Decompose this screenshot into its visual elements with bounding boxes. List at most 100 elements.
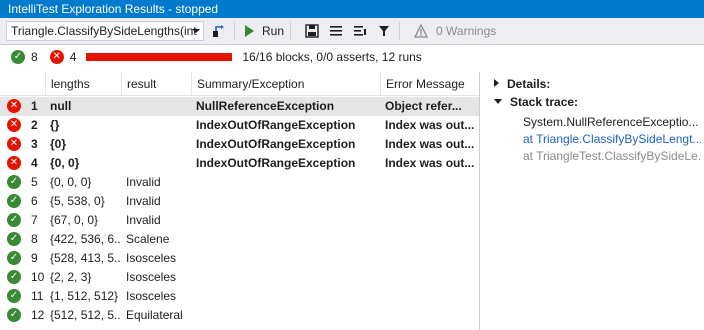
cell-error: Object refer... <box>385 99 462 113</box>
cell-error <box>385 268 477 287</box>
stack-trace-line-external: at TriangleTest.ClassifyBySideLe... <box>523 149 701 163</box>
list-icon[interactable] <box>327 22 345 40</box>
toolbar-separator <box>290 22 292 40</box>
cell-error <box>385 306 477 325</box>
run-label: Run <box>262 24 285 38</box>
table-row[interactable]: ✓ 10 {2, 2, 3} Isosceles <box>0 268 479 287</box>
row-number: 4 <box>31 156 38 170</box>
results-grid: lengths result Summary/Exception Error M… <box>0 72 480 330</box>
passed-check-icon: ✓ <box>7 213 21 227</box>
table-row[interactable]: ✕ 3 {0} IndexOutOfRangeException Index was o… <box>0 135 479 154</box>
row-number: 9 <box>31 251 38 265</box>
cell-lengths: {0, 0} <box>50 156 80 170</box>
filter-icon[interactable] <box>375 22 393 40</box>
grid-header: lengths result Summary/Exception Error M… <box>0 72 479 96</box>
row-number: 5 <box>31 175 38 189</box>
cell-lengths: {422, 536, 6... <box>50 232 120 246</box>
column-header-error[interactable]: Error Message <box>380 72 479 96</box>
cell-error <box>385 211 477 230</box>
chevron-right-icon <box>494 79 499 87</box>
table-row[interactable]: ✕ 1 null NullReferenceException Object refer… <box>0 97 479 116</box>
passed-check-icon: ✓ <box>7 232 21 246</box>
export-icon[interactable] <box>351 22 369 40</box>
cell-summary: NullReferenceException <box>196 99 335 113</box>
cell-summary <box>196 230 379 249</box>
table-row[interactable]: ✓ 12 {512, 512, 5... Equilateral <box>0 306 479 325</box>
table-row[interactable]: ✓ 11 {1, 512, 512} Isosceles <box>0 287 479 306</box>
chevron-down-icon <box>494 99 502 104</box>
table-row[interactable]: ✕ 2 {} IndexOutOfRangeException Index was ou… <box>0 116 479 135</box>
method-dropdown-value: Triangle.ClassifyBySideLengths(int <box>11 24 197 38</box>
column-header-summary[interactable]: Summary/Exception <box>191 72 380 96</box>
cell-lengths: {1, 512, 512} <box>50 289 119 303</box>
table-row[interactable]: ✓ 6 {5, 538, 0} Invalid <box>0 192 479 211</box>
cell-lengths: {} <box>50 118 60 132</box>
cell-result <box>126 154 190 173</box>
summary-bar: ✓ 8 ✕ 4 16/16 blocks, 0/0 asserts, 12 ru… <box>0 45 704 69</box>
cell-summary: IndexOutOfRangeException <box>196 118 356 132</box>
row-number: 7 <box>31 213 38 227</box>
passed-count: 8 <box>31 50 38 64</box>
cell-lengths: {512, 512, 5... <box>50 308 120 322</box>
cell-summary <box>196 306 379 325</box>
stack-trace-label: Stack trace: <box>510 95 579 109</box>
passed-check-icon: ✓ <box>7 175 21 189</box>
passed-check-icon: ✓ <box>11 50 25 64</box>
table-row[interactable]: ✓ 7 {67, 0, 0} Invalid <box>0 211 479 230</box>
cell-result: Scalene <box>126 232 170 246</box>
cell-summary <box>196 268 379 287</box>
table-row[interactable]: ✕ 4 {0, 0} IndexOutOfRangeException Index wa… <box>0 154 479 173</box>
cell-error <box>385 287 477 306</box>
cell-result: Isosceles <box>126 289 177 303</box>
table-row[interactable]: ✓ 8 {422, 536, 6... Scalene <box>0 230 479 249</box>
cell-result: Invalid <box>126 175 161 189</box>
passed-check-icon: ✓ <box>7 194 21 208</box>
cell-error <box>385 249 477 268</box>
details-label: Details: <box>507 77 551 91</box>
cell-summary: IndexOutOfRangeException <box>196 156 356 170</box>
warning-icon[interactable] <box>412 22 430 40</box>
row-number: 3 <box>31 137 38 151</box>
run-button[interactable]: Run <box>245 24 284 38</box>
run-icon <box>245 25 254 37</box>
stack-trace-expander[interactable]: Stack trace: <box>494 95 578 109</box>
cell-result: Equilateral <box>126 308 183 322</box>
cell-summary <box>196 192 379 211</box>
cell-lengths: {528, 413, 5... <box>50 251 120 265</box>
failed-x-icon: ✕ <box>7 99 21 113</box>
row-number: 10 <box>31 270 45 284</box>
row-number: 6 <box>31 194 38 208</box>
cell-result <box>126 97 190 116</box>
details-expander[interactable]: Details: <box>494 77 550 91</box>
go-to-icon[interactable] <box>210 22 228 40</box>
passed-check-icon: ✓ <box>7 270 21 284</box>
cell-result: Invalid <box>126 194 161 208</box>
stack-trace-link[interactable]: at Triangle.ClassifyBySideLengt... <box>523 132 701 146</box>
failed-x-icon: ✕ <box>7 118 21 132</box>
cell-result <box>126 135 190 154</box>
exploration-status: 16/16 blocks, 0/0 asserts, 12 runs <box>242 50 422 64</box>
save-icon[interactable] <box>303 22 321 40</box>
cell-result: Isosceles <box>126 270 177 284</box>
cell-lengths: {2, 2, 3} <box>50 270 92 284</box>
table-row[interactable]: ✓ 9 {528, 413, 5... Isosceles <box>0 249 479 268</box>
failed-x-icon: ✕ <box>49 50 64 64</box>
cell-lengths: {67, 0, 0} <box>50 213 99 227</box>
cell-summary <box>196 211 379 230</box>
row-number: 11 <box>31 289 44 303</box>
failed-x-icon: ✕ <box>7 137 21 151</box>
warnings-button[interactable]: 0 Warnings <box>436 24 496 38</box>
progress-bar <box>86 53 233 61</box>
stack-trace-line: System.NullReferenceExceptio... <box>523 115 699 129</box>
table-row[interactable]: ✓ 5 {0, 0, 0} Invalid <box>0 173 479 192</box>
cell-error: Index was out... <box>385 118 475 132</box>
column-header-lengths[interactable]: lengths <box>45 72 121 96</box>
cell-error <box>385 192 477 211</box>
method-dropdown[interactable]: Triangle.ClassifyBySideLengths(int <box>6 21 204 41</box>
cell-summary: IndexOutOfRangeException <box>196 137 356 151</box>
cell-result: Invalid <box>126 213 161 227</box>
column-header-result[interactable]: result <box>121 72 191 96</box>
toolbar-separator <box>399 22 401 40</box>
row-number: 12 <box>31 308 45 322</box>
row-number: 2 <box>31 118 38 132</box>
